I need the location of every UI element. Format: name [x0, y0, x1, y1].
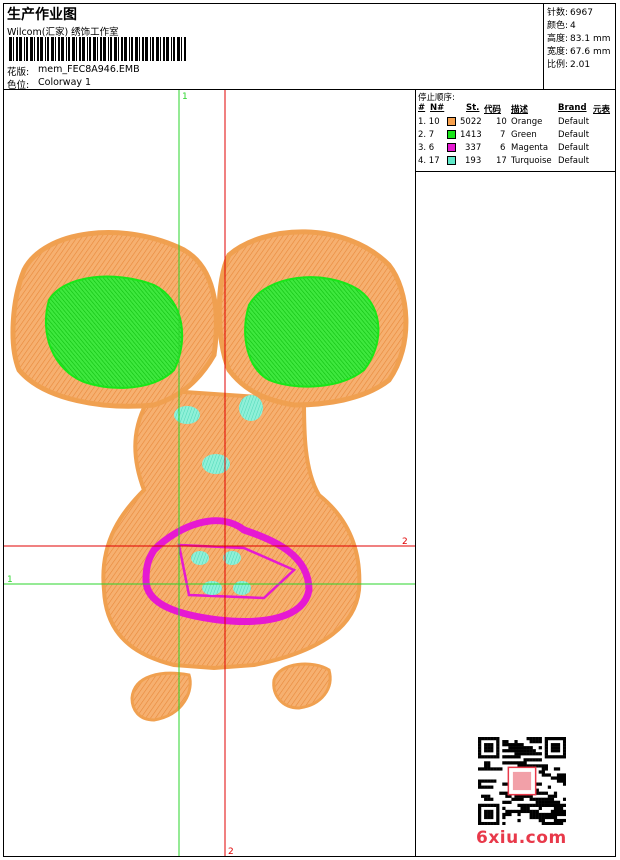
colorway-value: Colorway 1 [38, 77, 92, 88]
spot [239, 395, 263, 421]
color-swatch [447, 117, 456, 126]
color-swatch [447, 156, 456, 165]
left-ear-pattern [44, 275, 184, 389]
right-foot [272, 662, 332, 710]
qr-code [478, 737, 566, 825]
col-header-num: # [418, 103, 426, 113]
spot [223, 551, 241, 565]
embroidery-preview: 1 2 1 2 [4, 90, 415, 856]
row-st: 193 [465, 156, 482, 166]
row-num: 1. 10 [418, 117, 440, 127]
guide-label: 1 [7, 575, 13, 585]
spot [191, 551, 209, 565]
stat-colors: 颜色: 4 [547, 21, 576, 31]
header-info: 生产作业图 Wilcom(汇家) 绣饰工作室 花版: mem_FEC8A946.… [4, 4, 544, 91]
stop-sequence-panel: 停止顺序: # N# St. 代码 描述 Brand 元表 1. 10 5022… [416, 90, 615, 172]
design-filename: mem_FEC8A946.EMB [38, 64, 140, 75]
right-ear-pattern [244, 276, 380, 388]
colorway-label: 色位: [7, 80, 30, 91]
col-header-chart: 元表 [593, 105, 611, 115]
stops-title: 停止顺序: [418, 93, 455, 103]
row-desc: Orange [511, 117, 543, 127]
sheet-title: 生产作业图 [7, 7, 77, 23]
studio-name: Wilcom(汇家) 绣饰工作室 [7, 27, 119, 38]
row-st: 337 [465, 143, 482, 153]
row-num: 3. 6 [418, 143, 435, 153]
row-st: 5022 [460, 117, 482, 127]
row-code: 17 [496, 156, 507, 166]
row-desc: Green [511, 130, 537, 140]
spot [202, 581, 222, 595]
row-brand: Default [558, 130, 590, 140]
row-num: 4. 17 [418, 156, 440, 166]
spot [233, 581, 251, 595]
spot [174, 406, 200, 424]
row-desc: Magenta [511, 143, 549, 153]
color-swatch [447, 130, 456, 139]
col-header-brand: Brand [558, 103, 587, 113]
design-canvas[interactable]: 1 2 1 2 [4, 90, 416, 856]
barcode [9, 37, 186, 61]
stats-panel: 针数: 6967 颜色: 4 高度: 83.1 mm 宽度: 67.6 mm 比例: 2.… [544, 4, 615, 90]
watermark: 6xiu.com [476, 828, 567, 848]
col-header-st: St. [466, 103, 480, 113]
row-st: 1413 [460, 130, 482, 140]
row-brand: Default [558, 143, 590, 153]
row-num: 2. 7 [418, 130, 435, 140]
stat-stitches: 针数: 6967 [547, 8, 593, 18]
design-label: 花版: [7, 67, 30, 78]
col-header-n: N# [430, 103, 445, 113]
row-code: 7 [500, 130, 506, 140]
guide-label: 1 [182, 92, 188, 102]
color-swatch [447, 143, 456, 152]
production-sheet: 生产作业图 Wilcom(汇家) 绣饰工作室 花版: mem_FEC8A946.… [3, 3, 616, 857]
spot [202, 454, 230, 474]
row-code: 10 [496, 117, 507, 127]
col-header-desc: 描述 [511, 105, 529, 115]
row-brand: Default [558, 156, 590, 166]
stat-width: 宽度: 67.6 mm [547, 47, 611, 57]
guide-label: 2 [228, 847, 234, 856]
row-code: 6 [500, 143, 506, 153]
col-header-code: 代码 [484, 105, 502, 115]
left-foot [130, 671, 192, 722]
guide-label: 2 [402, 537, 408, 547]
stat-scale: 比例: 2.01 [547, 60, 591, 70]
row-brand: Default [558, 117, 590, 127]
stat-height: 高度: 83.1 mm [547, 34, 611, 44]
row-desc: Turquoise [511, 156, 552, 166]
